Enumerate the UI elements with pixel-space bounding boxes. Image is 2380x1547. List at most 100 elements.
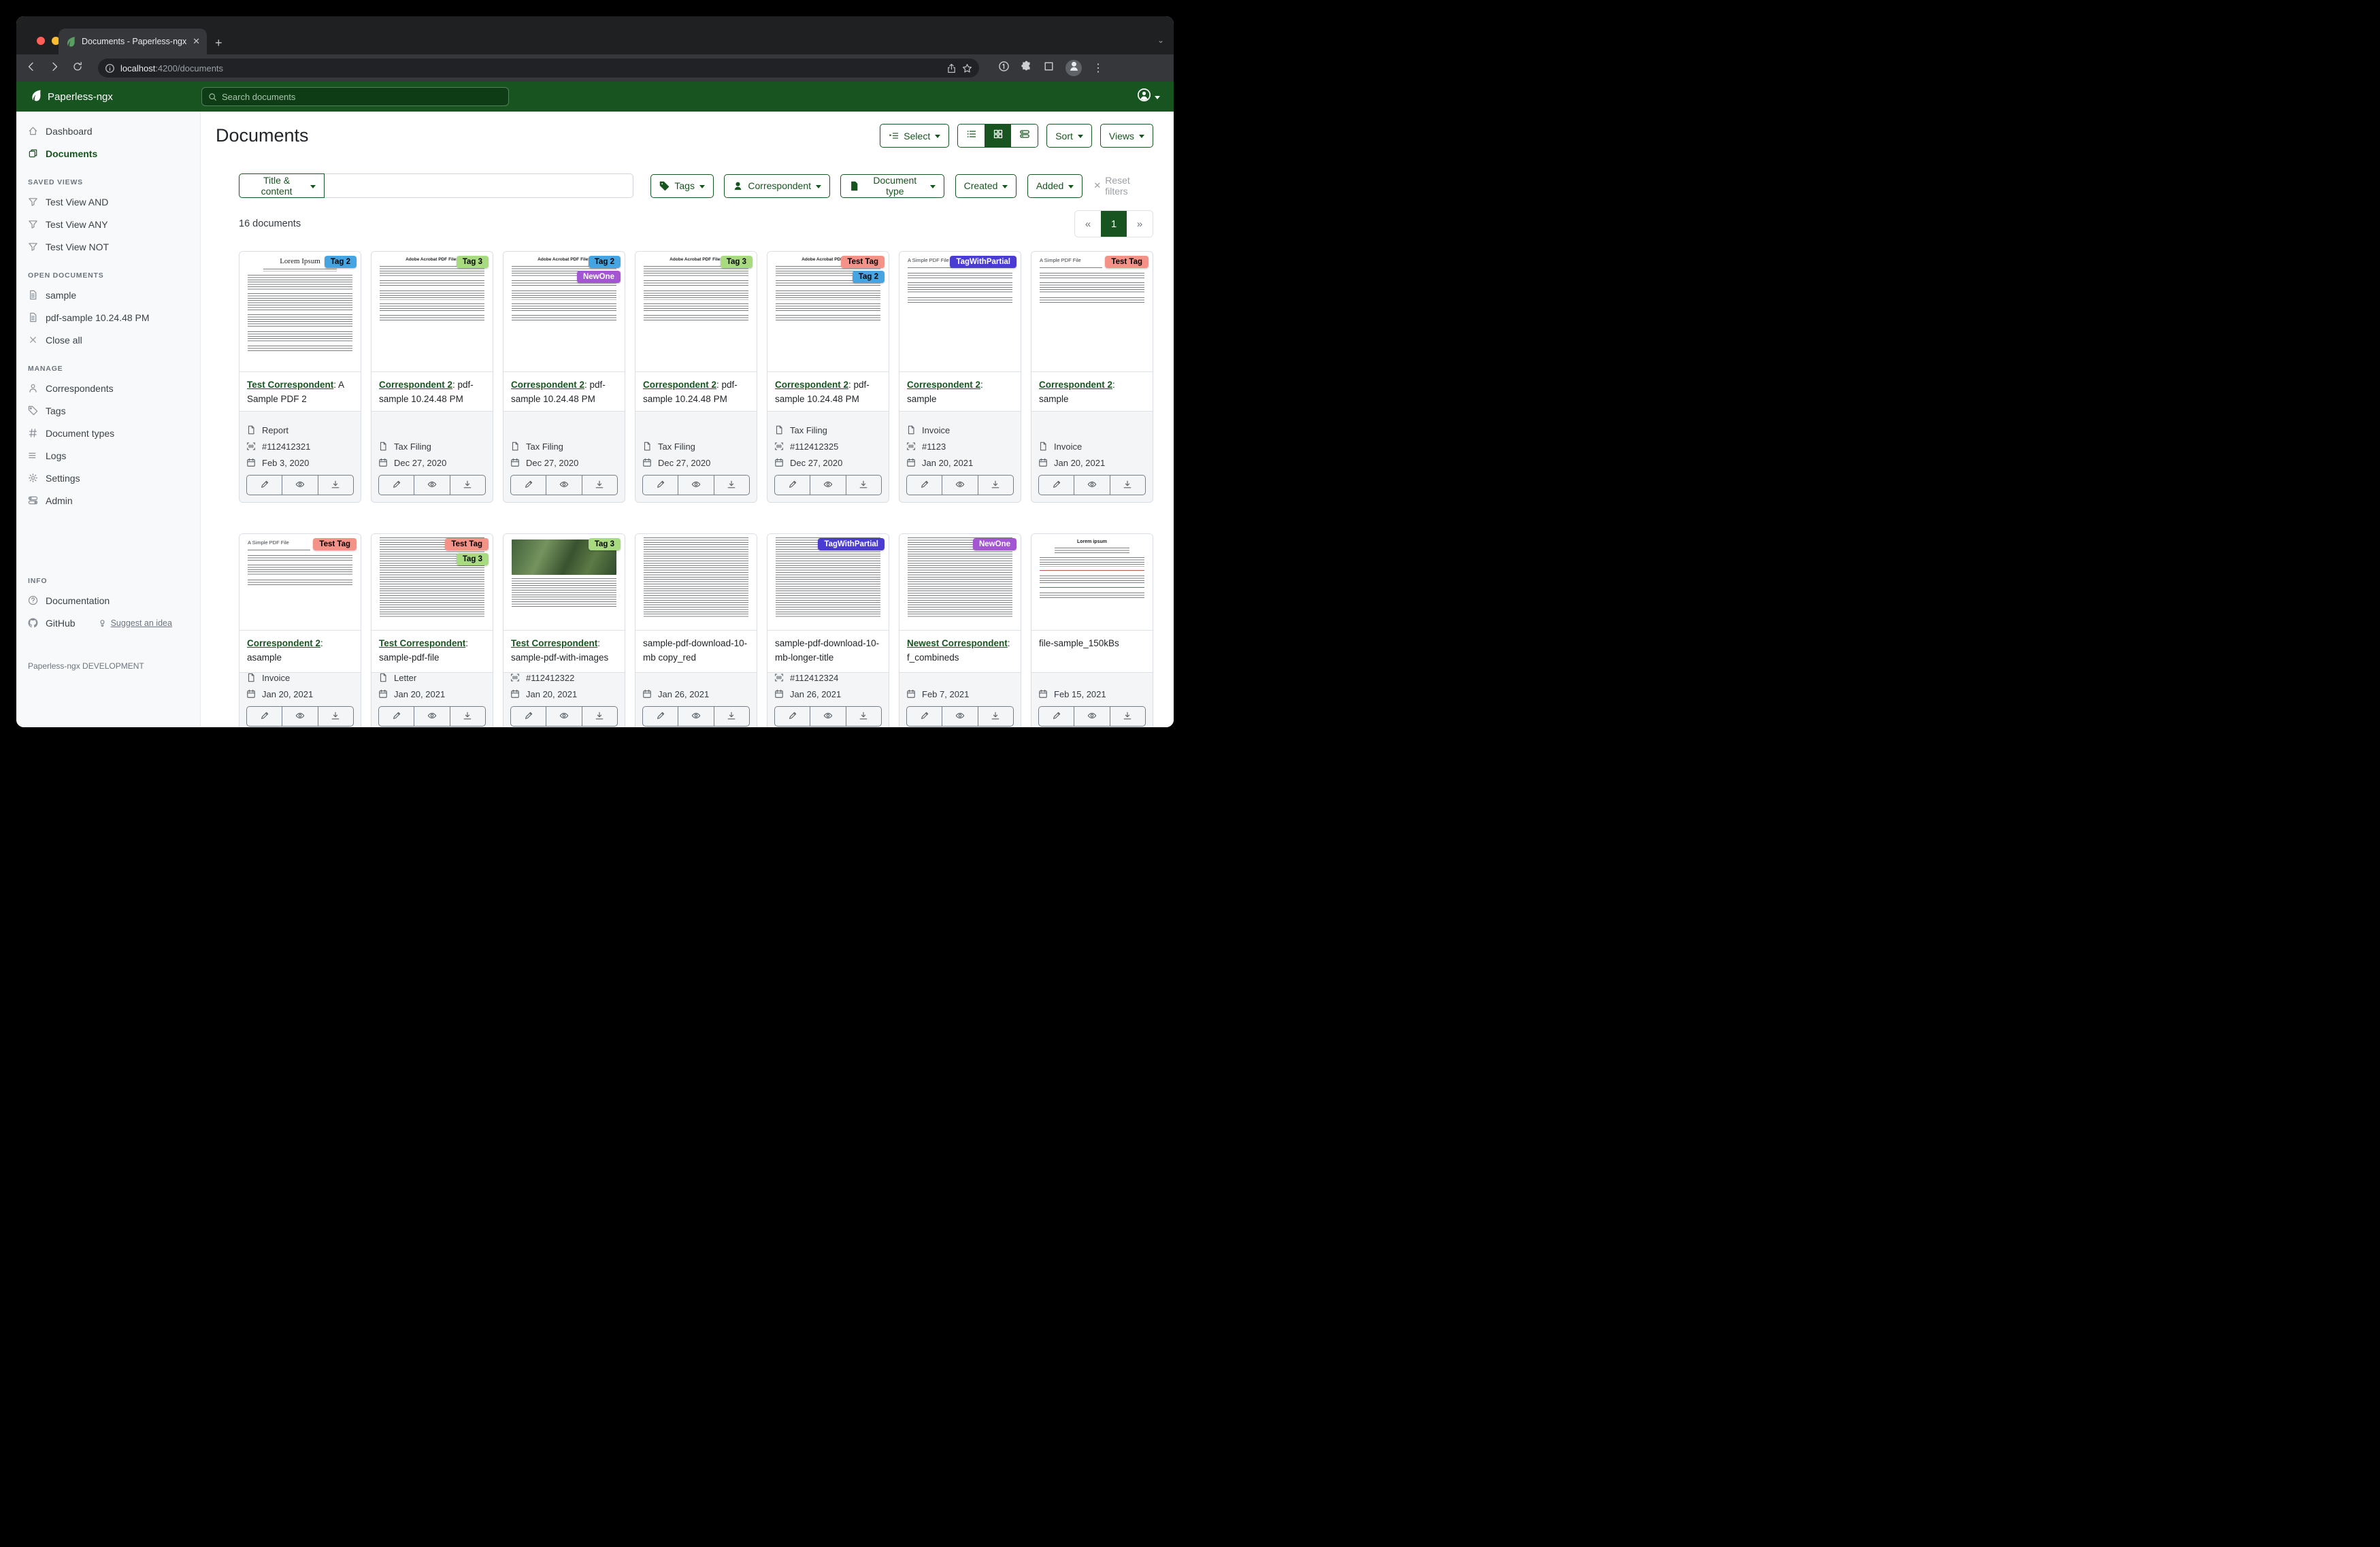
tag-badge[interactable]: Tag 3 [457, 553, 489, 565]
tab-close-icon[interactable]: ✕ [193, 36, 200, 47]
tab-search-chevron-icon[interactable]: ⌄ [1157, 35, 1164, 45]
correspondent-filter-button[interactable]: Correspondent [724, 174, 830, 198]
document-preview[interactable]: TagWithPartial A Simple PDF File [899, 252, 1021, 372]
edit-button[interactable] [643, 707, 678, 726]
views-button[interactable]: Views [1100, 124, 1153, 148]
download-button[interactable] [846, 476, 881, 495]
document-card[interactable]: Test TagTag 2 Adobe Acrobat PDF Files Co… [767, 251, 889, 503]
site-info-icon[interactable] [105, 63, 115, 73]
document-preview[interactable]: Lorem ipsum [1031, 534, 1153, 631]
correspondent-link[interactable]: Correspondent 2 [775, 380, 848, 390]
sidebar-item-github[interactable]: GitHub Suggest an idea [16, 612, 200, 634]
download-button[interactable] [714, 707, 749, 726]
tag-badge[interactable]: NewOne [973, 538, 1017, 550]
edit-button[interactable] [643, 476, 678, 495]
download-button[interactable] [714, 476, 749, 495]
view-button[interactable] [414, 707, 449, 726]
edit-button[interactable] [907, 707, 942, 726]
correspondent-link[interactable]: Correspondent 2 [511, 380, 584, 390]
tag-badge[interactable]: NewOne [577, 271, 621, 283]
view-mode-grid-button[interactable] [985, 124, 1011, 147]
user-menu[interactable] [1137, 88, 1160, 105]
sidebar-item-documentation[interactable]: Documentation [16, 589, 200, 612]
extensions-puzzle-icon[interactable] [1021, 61, 1032, 76]
edit-button[interactable] [511, 707, 546, 726]
edit-button[interactable] [1039, 476, 1074, 495]
tag-badge[interactable]: Tag 2 [853, 271, 885, 283]
tag-badge[interactable]: Tag 3 [721, 256, 753, 268]
download-button[interactable] [846, 707, 881, 726]
document-preview[interactable] [635, 534, 757, 631]
download-button[interactable] [582, 707, 617, 726]
edit-button[interactable] [1039, 707, 1074, 726]
download-button[interactable] [582, 476, 617, 495]
document-preview[interactable]: Test TagTag 2 Adobe Acrobat PDF Files [767, 252, 889, 372]
document-preview[interactable]: Test Tag A Simple PDF File [239, 534, 361, 631]
sidebar-item-settings[interactable]: Settings [16, 467, 200, 489]
pagination-page-1[interactable]: 1 [1101, 211, 1127, 237]
document-preview[interactable]: Tag 2 Lorem Ipsum [239, 252, 361, 372]
view-mode-detail-button[interactable] [1011, 124, 1038, 147]
document-preview[interactable]: Tag 3 Adobe Acrobat PDF Files [371, 252, 493, 372]
document-preview[interactable]: Tag 3 [503, 534, 625, 631]
correspondent-link[interactable]: Correspondent 2 [907, 380, 980, 390]
tag-badge[interactable]: Tag 3 [589, 538, 621, 550]
document-card[interactable]: TagWithPartial A Simple PDF File Corresp… [899, 251, 1021, 503]
view-button[interactable] [546, 707, 581, 726]
view-button[interactable] [678, 476, 713, 495]
sidebar-item-documents[interactable]: Documents [16, 142, 200, 165]
document-preview[interactable]: Tag 3 Adobe Acrobat PDF Files [635, 252, 757, 372]
tag-badge[interactable]: Test Tag [841, 256, 885, 268]
select-button[interactable]: Select [880, 124, 949, 148]
document-card[interactable]: Tag 3 Test Correspondent: sample-pdf-wit… [503, 533, 625, 727]
edit-button[interactable] [775, 707, 810, 726]
view-button[interactable] [678, 707, 713, 726]
sidebar-item-logs[interactable]: Logs [16, 444, 200, 467]
view-button[interactable] [942, 476, 977, 495]
document-card[interactable]: NewOne Newest Correspondent: f_combineds… [899, 533, 1021, 727]
correspondent-link[interactable]: Test Correspondent [511, 638, 597, 648]
reload-button[interactable] [71, 61, 84, 76]
filter-field-dropdown[interactable]: Title & content [239, 173, 325, 198]
view-button[interactable] [810, 476, 845, 495]
browser-tab[interactable]: Documents - Paperless-ngx ✕ [59, 29, 207, 54]
tag-badge[interactable]: Test Tag [313, 538, 357, 550]
added-filter-button[interactable]: Added [1027, 174, 1082, 198]
document-preview[interactable]: NewOne [899, 534, 1021, 631]
sort-button[interactable]: Sort [1046, 124, 1092, 148]
sidebar-item-document-types[interactable]: Document types [16, 422, 200, 444]
back-button[interactable] [24, 61, 38, 76]
edit-button[interactable] [511, 476, 546, 495]
edit-button[interactable] [907, 476, 942, 495]
new-tab-button[interactable]: + [215, 37, 222, 49]
app-brand[interactable]: Paperless-ngx [30, 89, 201, 104]
sidebar-item-tags[interactable]: Tags [16, 399, 200, 422]
view-button[interactable] [414, 476, 449, 495]
correspondent-link[interactable]: Correspondent 2 [247, 638, 320, 648]
document-card[interactable]: Tag 3 Adobe Acrobat PDF Files Correspond… [635, 251, 757, 503]
view-button[interactable] [1074, 707, 1109, 726]
view-mode-list-button[interactable] [958, 124, 985, 147]
document-card[interactable]: Test TagTag 3 Test Correspondent: sample… [371, 533, 493, 727]
reset-filters-button[interactable]: ✕ Reset filters [1093, 175, 1153, 197]
search-input[interactable] [222, 92, 502, 102]
correspondent-link[interactable]: Test Correspondent [379, 638, 465, 648]
share-icon[interactable] [946, 63, 957, 73]
sidebar-item-dashboard[interactable]: Dashboard [16, 120, 200, 142]
address-bar[interactable]: localhost:4200/documents [98, 59, 979, 78]
document-card[interactable]: Tag 2NewOne Adobe Acrobat PDF Files Corr… [503, 251, 625, 503]
download-button[interactable] [318, 476, 353, 495]
view-button[interactable] [810, 707, 845, 726]
document-card[interactable]: Tag 3 Adobe Acrobat PDF Files Correspond… [371, 251, 493, 503]
sidebar-item-test-view-and[interactable]: Test View AND [16, 190, 200, 213]
sidebar-item-admin[interactable]: Admin [16, 489, 200, 512]
tags-filter-button[interactable]: Tags [650, 174, 714, 198]
global-search[interactable] [201, 87, 509, 106]
suggest-an-idea-link[interactable]: Suggest an idea [98, 618, 172, 628]
forward-button[interactable] [48, 61, 61, 76]
tag-badge[interactable]: Test Tag [445, 538, 489, 550]
browser-profile-avatar[interactable] [1065, 60, 1082, 76]
correspondent-link[interactable]: Newest Correspondent [907, 638, 1008, 648]
download-button[interactable] [318, 707, 353, 726]
sidebar-item-test-view-any[interactable]: Test View ANY [16, 213, 200, 235]
